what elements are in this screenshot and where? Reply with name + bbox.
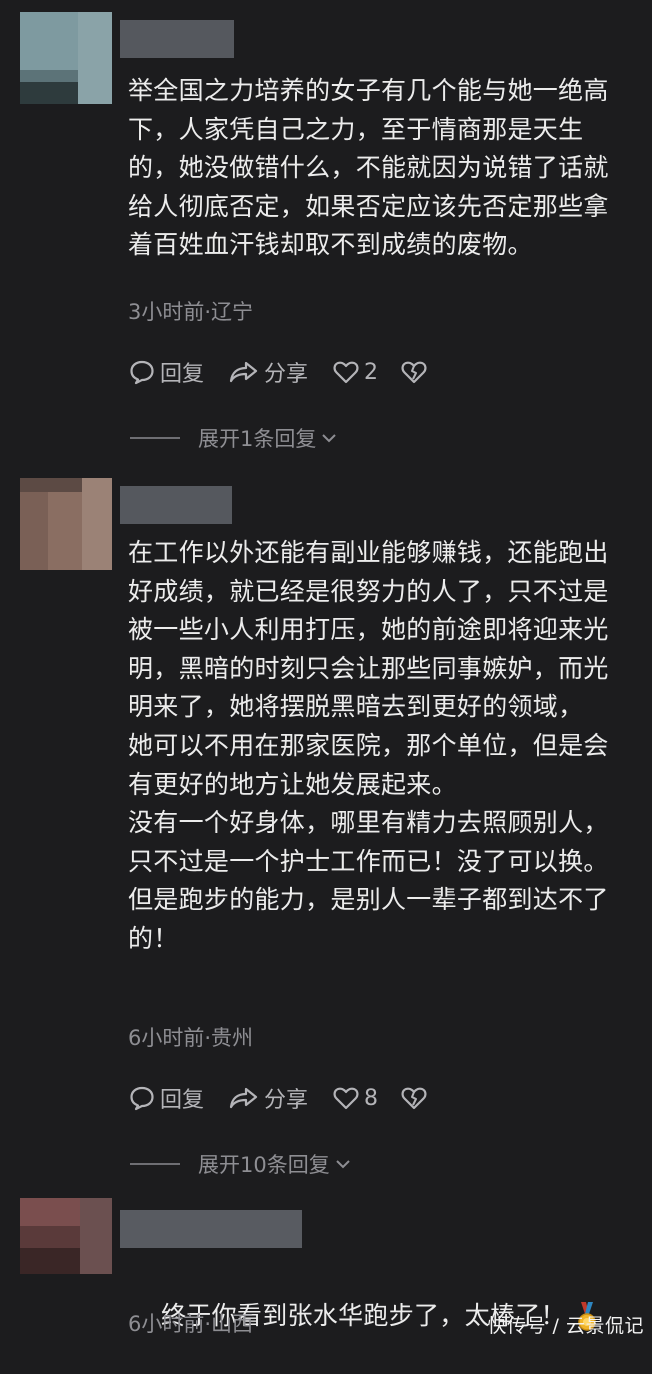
comment-bubble-icon — [130, 360, 154, 385]
avatar[interactable] — [20, 478, 112, 570]
like-button[interactable]: 8 — [332, 1084, 378, 1112]
username-redacted[interactable] — [120, 20, 234, 58]
expand-replies-button[interactable]: 展开1条回复 — [130, 421, 338, 455]
comment-meta: 6小时前·山西 — [128, 1312, 254, 1336]
like-count: 8 — [364, 1085, 379, 1111]
heart-icon — [333, 361, 359, 384]
comment-bubble-icon — [130, 1086, 154, 1111]
reply-button[interactable]: 回复 — [128, 356, 204, 388]
avatar[interactable] — [20, 1198, 112, 1274]
share-label: 分享 — [264, 1088, 309, 1113]
comment-meta: 6小时前·贵州 — [128, 1026, 254, 1050]
reply-button[interactable]: 回复 — [128, 1082, 204, 1114]
comment-text: 举全国之力培养的女子有几个能与她一绝高 下，人家凭自己之力，至于情商那是天生 的… — [128, 76, 609, 260]
expand-label: 展开1条回复 — [198, 427, 317, 451]
like-count: 2 — [364, 359, 379, 385]
comment-actions: 回复 分享 8 — [128, 1080, 428, 1116]
heart-icon — [333, 1087, 359, 1110]
avatar[interactable] — [20, 12, 112, 104]
share-button[interactable]: 分享 — [228, 356, 308, 388]
comment-text: 在工作以外还能有副业能够赚钱，还能跑出 好成绩，就已经是很努力的人了，只不过是 … — [128, 538, 609, 953]
share-button[interactable]: 分享 — [228, 1082, 308, 1114]
username-redacted[interactable] — [120, 486, 232, 524]
reply-label: 回复 — [160, 362, 205, 387]
username-redacted[interactable] — [120, 1210, 302, 1248]
comment-actions: 回复 分享 2 — [128, 354, 428, 390]
watermark: 快传号 / 云景侃记 — [487, 1315, 644, 1337]
expand-replies-button[interactable]: 展开10条回复 — [130, 1147, 352, 1181]
expand-label: 展开10条回复 — [198, 1153, 330, 1177]
dislike-button[interactable] — [400, 1084, 428, 1112]
broken-heart-icon — [401, 1087, 427, 1110]
broken-heart-icon — [401, 361, 427, 384]
dislike-button[interactable] — [400, 358, 428, 386]
reply-label: 回复 — [160, 1088, 205, 1113]
divider-dash — [130, 1163, 180, 1165]
share-arrow-icon — [229, 361, 258, 383]
like-button[interactable]: 2 — [332, 358, 378, 386]
chevron-down-icon — [336, 1160, 350, 1169]
chevron-down-icon — [322, 434, 337, 443]
divider-dash — [130, 437, 180, 439]
share-arrow-icon — [229, 1087, 258, 1109]
share-label: 分享 — [264, 362, 309, 387]
comment-meta: 3小时前·辽宁 — [128, 300, 254, 324]
